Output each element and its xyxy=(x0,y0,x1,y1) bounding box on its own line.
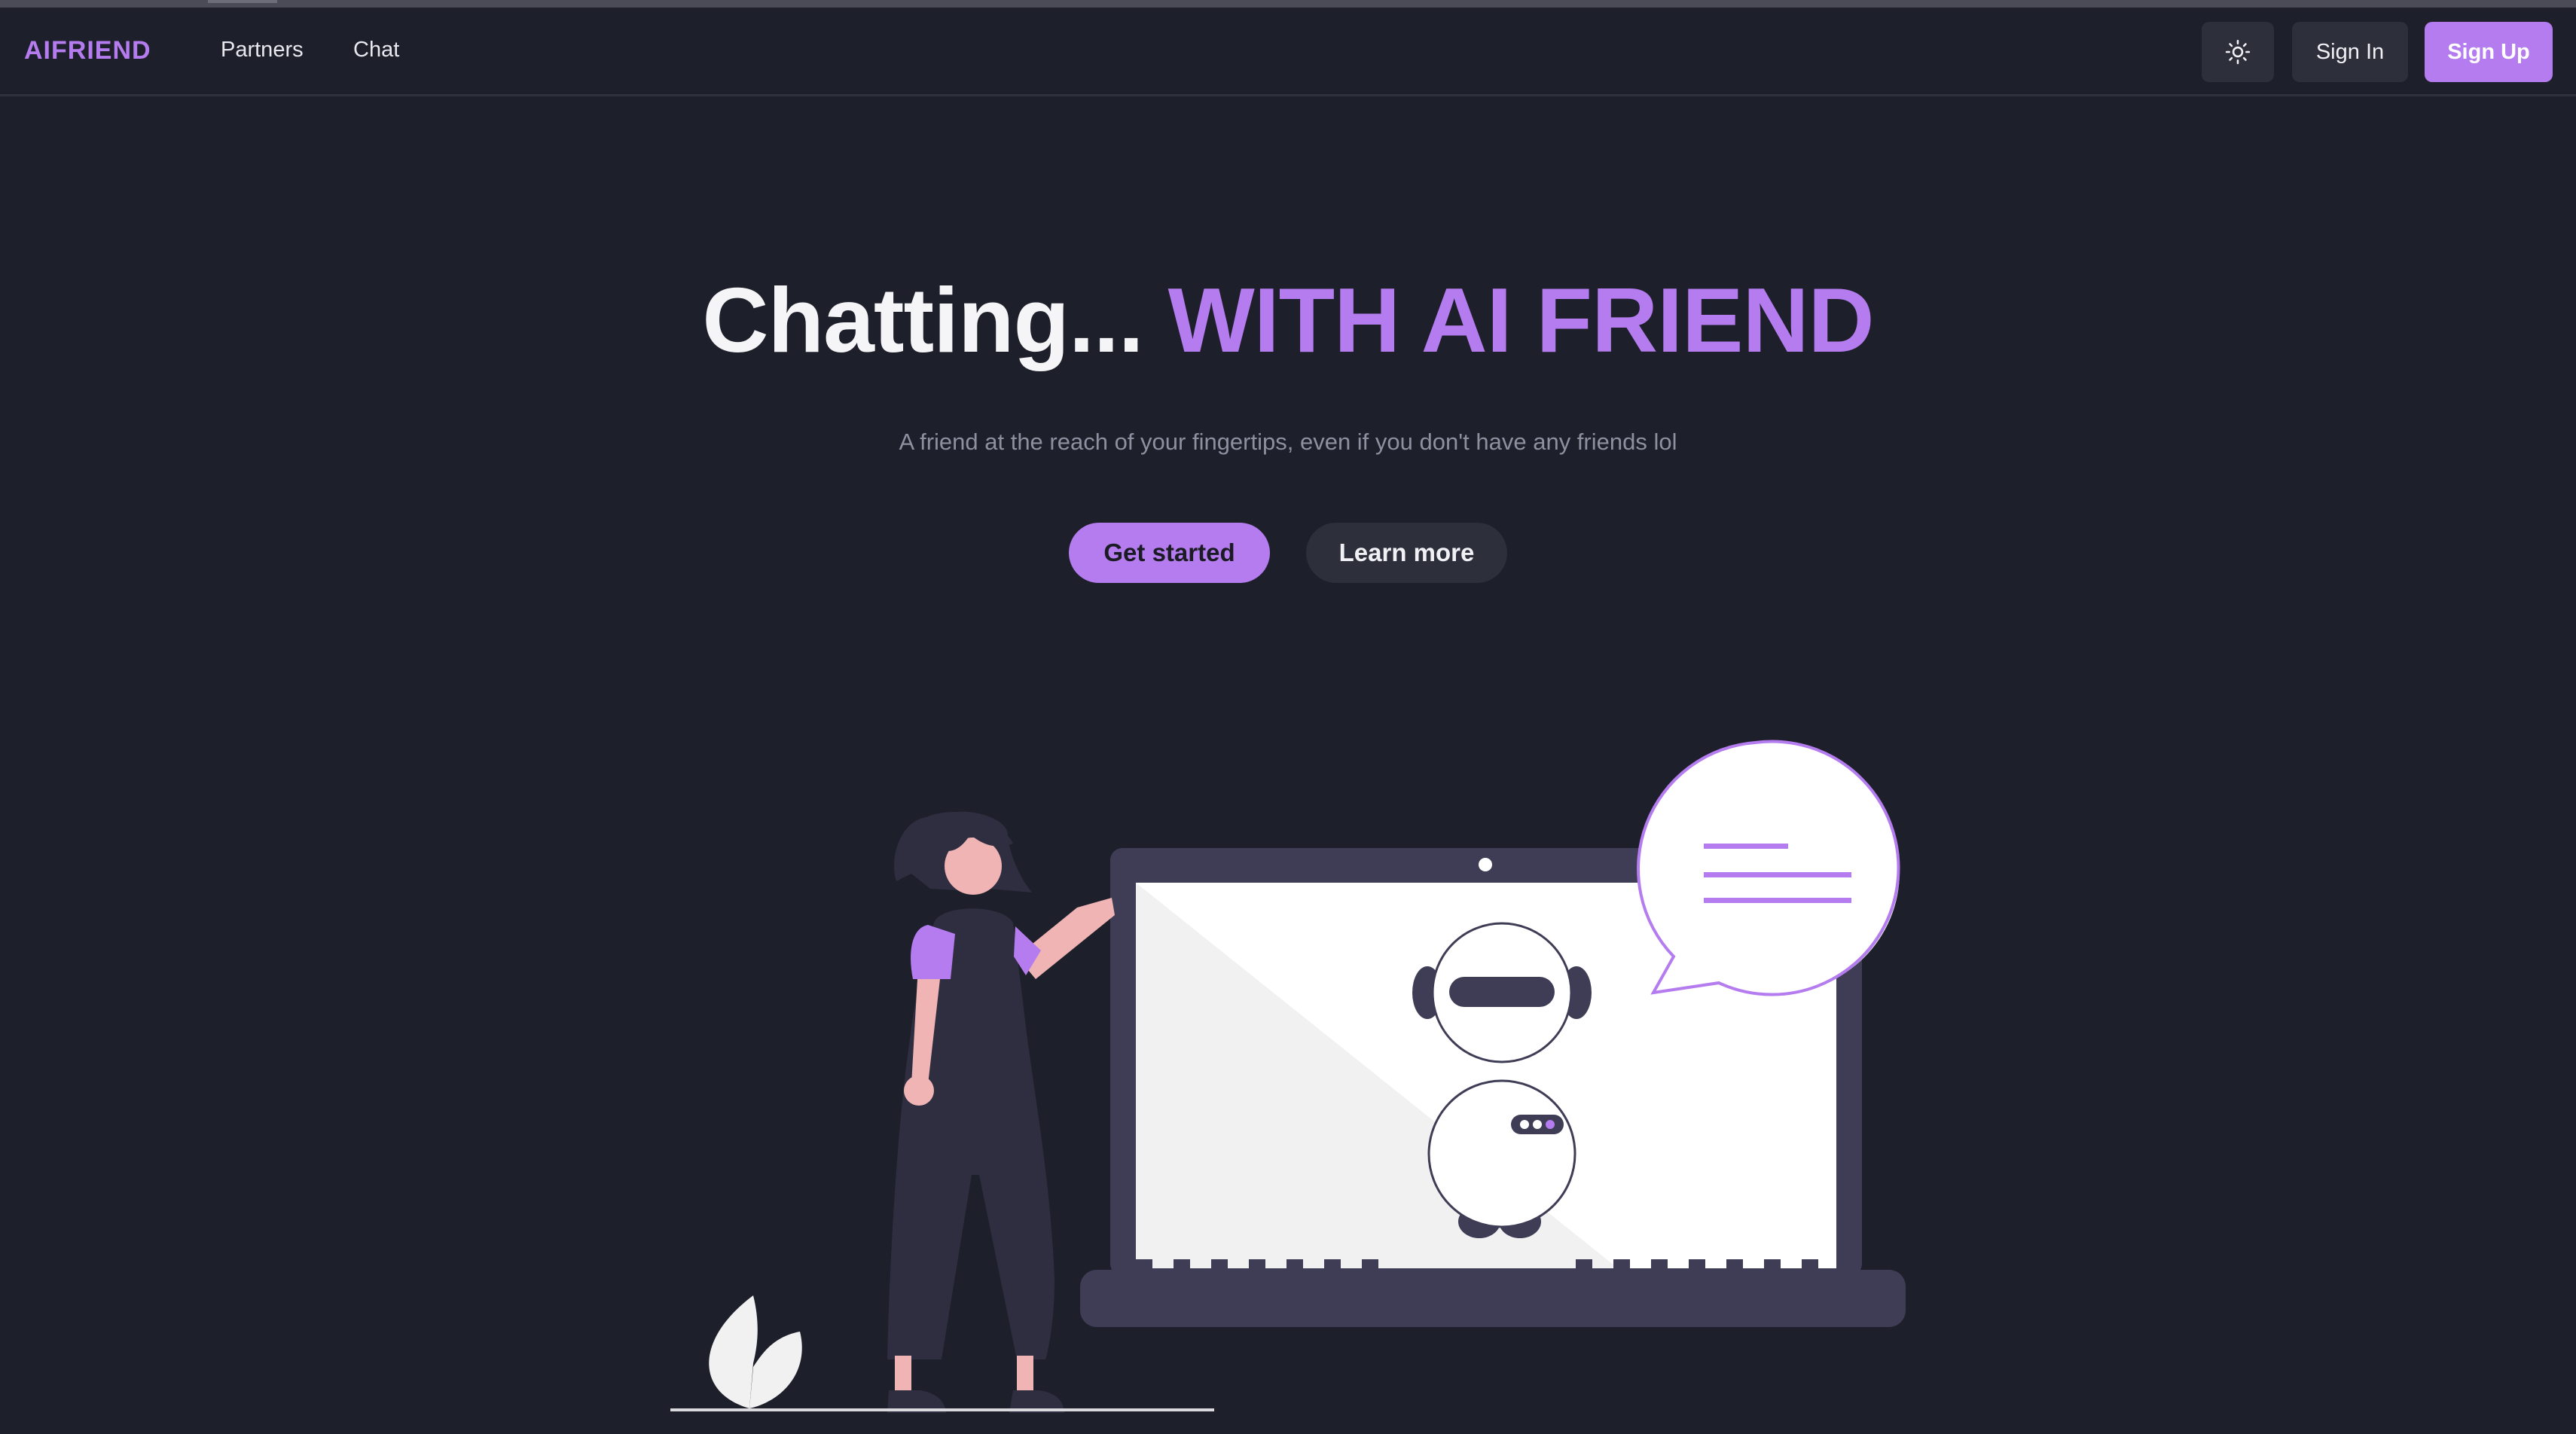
hero-title-part1: Chatting... xyxy=(702,269,1143,371)
hero-subtitle: A friend at the reach of your fingertips… xyxy=(899,429,1677,455)
get-started-button[interactable]: Get started xyxy=(1069,523,1270,583)
person-figure xyxy=(887,811,1115,1413)
nav-link-partners[interactable]: Partners xyxy=(221,38,304,63)
hero-illustration xyxy=(670,740,1906,1413)
laptop-base xyxy=(1080,1270,1906,1327)
logo[interactable]: AIFRIEND xyxy=(24,36,151,66)
speech-bubble xyxy=(1637,740,1900,996)
sign-up-button[interactable]: Sign Up xyxy=(2425,22,2553,82)
theme-toggle-button[interactable] xyxy=(2202,22,2274,82)
tab-indicator xyxy=(208,0,277,3)
browser-top-strip xyxy=(0,0,2576,8)
hero-title: Chatting... WITH AI FRIEND xyxy=(0,264,2576,377)
laptop-camera xyxy=(1479,858,1492,871)
hero-title-part2: WITH AI FRIEND xyxy=(1167,269,1875,371)
sign-in-button[interactable]: Sign In xyxy=(2292,22,2408,82)
navbar: AIFRIEND Partners Chat Sign In Sign Up xyxy=(0,8,2576,96)
nav-link-chat[interactable]: Chat xyxy=(353,38,399,63)
sun-icon xyxy=(2225,39,2251,65)
plant-illustration xyxy=(709,1295,802,1408)
learn-more-button[interactable]: Learn more xyxy=(1306,523,1507,583)
